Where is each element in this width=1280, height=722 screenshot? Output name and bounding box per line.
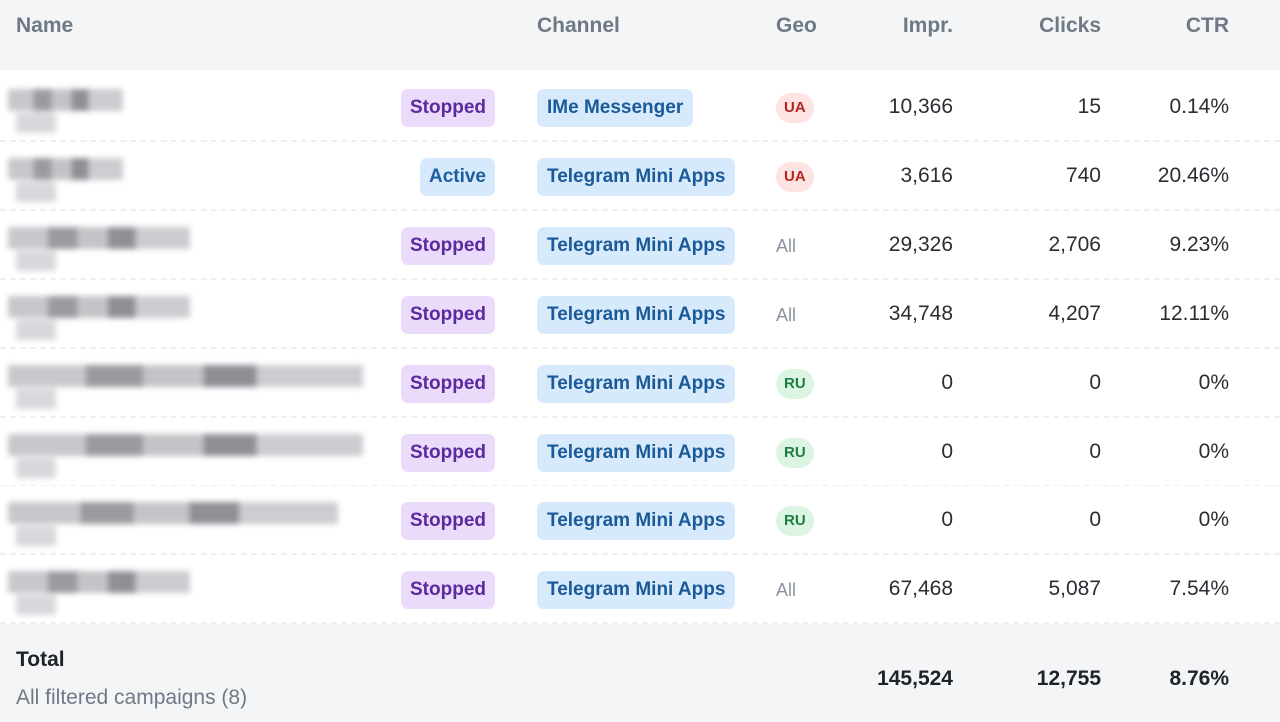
total-label: Total (16, 648, 65, 671)
impressions-value: 3,616 (900, 164, 953, 187)
campaign-name-redacted[interactable] (8, 428, 363, 480)
channel-badge: Telegram Mini Apps (537, 365, 736, 403)
impressions-value: 0 (941, 440, 953, 463)
clicks-value: 740 (1065, 164, 1101, 187)
column-header-name[interactable]: Name (16, 14, 73, 38)
impressions-value: 0 (941, 508, 953, 531)
table-row[interactable]: Stopped Telegram Mini Apps RU 0 0 0% (0, 349, 1280, 418)
geo-badge: RU (776, 369, 814, 399)
column-header-clicks[interactable]: Clicks (1039, 14, 1101, 38)
table-footer-total: Total All filtered campaigns (8) 145,524… (0, 624, 1280, 722)
ctr-value: 0% (1198, 371, 1229, 394)
status-badge: Stopped (401, 89, 495, 127)
clicks-value: 15 (1077, 95, 1101, 118)
table-row[interactable]: Stopped Telegram Mini Apps All 34,748 4,207 1… (0, 280, 1280, 349)
table-row[interactable]: Stopped Telegram Mini Apps RU 0 0 0% (0, 418, 1280, 487)
column-header-geo[interactable]: Geo (776, 14, 817, 38)
ctr-value: 0.14% (1169, 95, 1229, 118)
campaign-name-redacted[interactable] (8, 290, 190, 342)
geo-badge: RU (776, 506, 814, 536)
clicks-value: 5,087 (1048, 577, 1101, 600)
ctr-value: 9.23% (1169, 233, 1229, 256)
campaign-name-redacted[interactable] (8, 496, 338, 548)
ctr-value: 12.11% (1159, 302, 1229, 325)
channel-badge: Telegram Mini Apps (537, 502, 736, 540)
impressions-value: 67,468 (888, 577, 953, 600)
geo-badge: All (776, 236, 797, 256)
status-badge: Stopped (401, 296, 495, 334)
channel-badge: Telegram Mini Apps (537, 571, 736, 609)
table-row[interactable]: Stopped IMe Messenger UA 10,366 15 0.14% (0, 73, 1280, 142)
status-badge: Stopped (401, 365, 495, 403)
ctr-value: 7.54% (1169, 577, 1229, 600)
ctr-value: 20.46% (1157, 164, 1229, 187)
table-header: Name Channel Geo Impr. Clicks CTR (0, 0, 1280, 70)
ctr-value: 0% (1198, 440, 1229, 463)
channel-badge: IMe Messenger (537, 89, 694, 127)
status-badge: Stopped (401, 227, 495, 265)
column-header-channel[interactable]: Channel (537, 14, 620, 38)
geo-badge: RU (776, 438, 814, 468)
campaign-name-redacted[interactable] (8, 152, 123, 204)
status-badge: Stopped (401, 571, 495, 609)
table-row[interactable]: Active Telegram Mini Apps UA 3,616 740 20.46% (0, 142, 1280, 211)
clicks-value: 0 (1089, 508, 1101, 531)
total-ctr: 8.76% (1169, 667, 1229, 690)
column-header-ctr[interactable]: CTR (1186, 14, 1229, 38)
clicks-value: 2,706 (1048, 233, 1101, 256)
column-header-impressions[interactable]: Impr. (903, 14, 953, 38)
geo-badge: UA (776, 162, 814, 192)
table-row[interactable]: Stopped Telegram Mini Apps RU 0 0 0% (0, 486, 1280, 555)
campaign-name-redacted[interactable] (8, 359, 363, 411)
channel-badge: Telegram Mini Apps (537, 296, 736, 334)
status-badge: Stopped (401, 434, 495, 472)
campaign-name-redacted[interactable] (8, 221, 190, 273)
clicks-value: 4,207 (1048, 302, 1101, 325)
impressions-value: 0 (941, 371, 953, 394)
geo-badge: UA (776, 93, 814, 123)
status-badge: Active (419, 158, 495, 196)
campaign-name-redacted[interactable] (8, 83, 123, 135)
impressions-value: 34,748 (888, 302, 953, 325)
campaign-name-redacted[interactable] (8, 565, 190, 617)
table-row[interactable]: Stopped Telegram Mini Apps All 67,468 5,087 7… (0, 555, 1280, 624)
impressions-value: 29,326 (888, 233, 953, 256)
channel-badge: Telegram Mini Apps (537, 434, 736, 472)
channel-badge: Telegram Mini Apps (537, 158, 736, 196)
geo-badge: All (776, 580, 797, 600)
clicks-value: 0 (1089, 371, 1101, 394)
geo-badge: All (776, 305, 797, 325)
total-sublabel: All filtered campaigns (8) (16, 686, 248, 709)
impressions-value: 10,366 (888, 95, 953, 118)
table-row[interactable]: Stopped Telegram Mini Apps All 29,326 2,706 9… (0, 211, 1280, 280)
status-badge: Stopped (401, 502, 495, 540)
clicks-value: 0 (1089, 440, 1101, 463)
total-impressions: 145,524 (877, 667, 953, 690)
ctr-value: 0% (1198, 508, 1229, 531)
total-clicks: 12,755 (1036, 667, 1101, 690)
channel-badge: Telegram Mini Apps (537, 227, 736, 265)
